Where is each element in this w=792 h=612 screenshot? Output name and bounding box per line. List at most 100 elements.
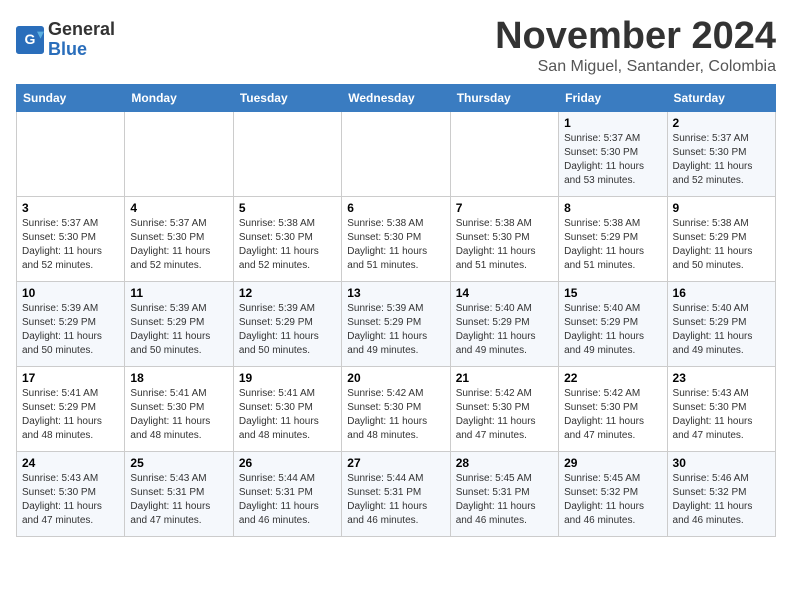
day-number: 30 [673,456,770,470]
day-info: Sunrise: 5:39 AM Sunset: 5:29 PM Dayligh… [239,302,336,358]
calendar-cell: 9 Sunrise: 5:38 AM Sunset: 5:29 PM Daylig… [667,196,775,281]
logo: G General Blue [16,20,115,60]
calendar-cell: 1 Sunrise: 5:37 AM Sunset: 5:30 PM Daylig… [559,111,667,196]
calendar-cell: 27Sunrise: 5:44 AM Sunset: 5:31 PM Dayli… [342,451,450,536]
day-number: 3 [22,201,119,215]
day-number: 7 [456,201,553,215]
day-number: 26 [239,456,336,470]
day-number: 18 [130,371,227,385]
calendar-cell: 5 Sunrise: 5:38 AM Sunset: 5:30 PM Daylig… [233,196,341,281]
calendar-body: 1 Sunrise: 5:37 AM Sunset: 5:30 PM Daylig… [17,111,776,536]
day-info: Sunrise: 5:45 AM Sunset: 5:31 PM Dayligh… [456,472,553,528]
calendar-week-row: 24 Sunrise: 5:43 AM Sunset: 5:30 PM Dayli… [17,451,776,536]
calendar-cell: 18 Sunrise: 5:41 AM Sunset: 5:30 PM Dayli… [125,366,233,451]
day-info: Sunrise: 5:43 AM Sunset: 5:30 PM Dayligh… [673,387,770,443]
calendar-cell: 26 Sunrise: 5:44 AM Sunset: 5:31 PM Dayli… [233,451,341,536]
calendar-cell: 3Sunrise: 5:37 AM Sunset: 5:30 PM Daylig… [17,196,125,281]
day-info: Sunrise: 5:41 AM Sunset: 5:30 PM Dayligh… [130,387,227,443]
logo-icon: G [16,26,44,54]
day-info: Sunrise: 5:38 AM Sunset: 5:29 PM Dayligh… [673,217,770,273]
weekday-header: Tuesday [233,84,341,111]
day-info: Sunrise: 5:42 AM Sunset: 5:30 PM Dayligh… [456,387,553,443]
calendar-cell: 30 Sunrise: 5:46 AM Sunset: 5:32 PM Dayli… [667,451,775,536]
calendar-cell: 22Sunrise: 5:42 AM Sunset: 5:30 PM Dayli… [559,366,667,451]
calendar-cell [342,111,450,196]
day-info: Sunrise: 5:38 AM Sunset: 5:29 PM Dayligh… [564,217,661,273]
calendar-cell: 13 Sunrise: 5:39 AM Sunset: 5:29 PM Dayli… [342,281,450,366]
day-info: Sunrise: 5:40 AM Sunset: 5:29 PM Dayligh… [673,302,770,358]
day-info: Sunrise: 5:38 AM Sunset: 5:30 PM Dayligh… [347,217,444,273]
calendar-cell: 11Sunrise: 5:39 AM Sunset: 5:29 PM Dayli… [125,281,233,366]
day-info: Sunrise: 5:41 AM Sunset: 5:29 PM Dayligh… [22,387,119,443]
calendar-cell [17,111,125,196]
weekday-header: Wednesday [342,84,450,111]
calendar-week-row: 3 Sunrise: 5:37 AM Sunset: 5:30 PM Daylig… [17,196,776,281]
day-number: 28 [456,456,553,470]
day-number: 27 [347,456,444,470]
day-info: Sunrise: 5:38 AM Sunset: 5:30 PM Dayligh… [239,217,336,273]
day-info: Sunrise: 5:37 AM Sunset: 5:30 PM Dayligh… [564,132,661,188]
calendar-cell [233,111,341,196]
day-info: Sunrise: 5:43 AM Sunset: 5:30 PM Dayligh… [22,472,119,528]
calendar-cell [450,111,558,196]
day-number: 1 [564,116,661,130]
calendar-cell: 4Sunrise: 5:37 AM Sunset: 5:30 PM Daylig… [125,196,233,281]
day-info: Sunrise: 5:41 AM Sunset: 5:30 PM Dayligh… [239,387,336,443]
day-info: Sunrise: 5:38 AM Sunset: 5:30 PM Dayligh… [456,217,553,273]
day-number: 6 [347,201,444,215]
day-info: Sunrise: 5:44 AM Sunset: 5:31 PM Dayligh… [239,472,336,528]
logo-text: General Blue [48,20,115,60]
day-number: 24 [22,456,119,470]
day-number: 19 [239,371,336,385]
calendar-cell: 19 Sunrise: 5:41 AM Sunset: 5:30 PM Dayli… [233,366,341,451]
calendar-cell: 12 Sunrise: 5:39 AM Sunset: 5:29 PM Dayli… [233,281,341,366]
calendar-cell: 10Sunrise: 5:39 AM Sunset: 5:29 PM Dayli… [17,281,125,366]
day-number: 13 [347,286,444,300]
day-number: 22 [564,371,661,385]
day-info: Sunrise: 5:37 AM Sunset: 5:30 PM Dayligh… [673,132,770,188]
day-number: 29 [564,456,661,470]
calendar-header-row: SundayMondayTuesdayWednesdayThursdayFrid… [17,84,776,111]
weekday-header: Thursday [450,84,558,111]
calendar-cell: 6 Sunrise: 5:38 AM Sunset: 5:30 PM Daylig… [342,196,450,281]
calendar-cell: 15Sunrise: 5:40 AM Sunset: 5:29 PM Dayli… [559,281,667,366]
logo-general: General [48,19,115,39]
calendar-cell: 8 Sunrise: 5:38 AM Sunset: 5:29 PM Daylig… [559,196,667,281]
calendar-cell: 28 Sunrise: 5:45 AM Sunset: 5:31 PM Dayli… [450,451,558,536]
day-info: Sunrise: 5:37 AM Sunset: 5:30 PM Dayligh… [130,217,227,273]
day-info: Sunrise: 5:43 AM Sunset: 5:31 PM Dayligh… [130,472,227,528]
day-number: 15 [564,286,661,300]
day-info: Sunrise: 5:46 AM Sunset: 5:32 PM Dayligh… [673,472,770,528]
day-info: Sunrise: 5:39 AM Sunset: 5:29 PM Dayligh… [22,302,119,358]
calendar-cell: 29Sunrise: 5:45 AM Sunset: 5:32 PM Dayli… [559,451,667,536]
weekday-header: Friday [559,84,667,111]
calendar-cell: 16 Sunrise: 5:40 AM Sunset: 5:29 PM Dayli… [667,281,775,366]
day-number: 20 [347,371,444,385]
calendar-week-row: 10Sunrise: 5:39 AM Sunset: 5:29 PM Dayli… [17,281,776,366]
weekday-header: Monday [125,84,233,111]
title-area: November 2024 San Miguel, Santander, Col… [495,16,776,76]
day-info: Sunrise: 5:40 AM Sunset: 5:29 PM Dayligh… [456,302,553,358]
logo-blue: Blue [48,39,87,59]
day-info: Sunrise: 5:39 AM Sunset: 5:29 PM Dayligh… [347,302,444,358]
calendar-cell: 2 Sunrise: 5:37 AM Sunset: 5:30 PM Daylig… [667,111,775,196]
calendar-cell: 17 Sunrise: 5:41 AM Sunset: 5:29 PM Dayli… [17,366,125,451]
day-number: 14 [456,286,553,300]
day-number: 11 [130,286,227,300]
day-number: 2 [673,116,770,130]
day-number: 16 [673,286,770,300]
weekday-header: Sunday [17,84,125,111]
day-info: Sunrise: 5:42 AM Sunset: 5:30 PM Dayligh… [347,387,444,443]
calendar-cell: 23Sunrise: 5:43 AM Sunset: 5:30 PM Dayli… [667,366,775,451]
day-number: 12 [239,286,336,300]
svg-text:G: G [25,31,36,47]
weekday-header: Saturday [667,84,775,111]
calendar-cell: 21Sunrise: 5:42 AM Sunset: 5:30 PM Dayli… [450,366,558,451]
day-number: 9 [673,201,770,215]
calendar-cell: 7 Sunrise: 5:38 AM Sunset: 5:30 PM Daylig… [450,196,558,281]
day-number: 17 [22,371,119,385]
calendar-cell: 14 Sunrise: 5:40 AM Sunset: 5:29 PM Dayli… [450,281,558,366]
day-number: 5 [239,201,336,215]
day-number: 8 [564,201,661,215]
calendar-cell: 20 Sunrise: 5:42 AM Sunset: 5:30 PM Dayli… [342,366,450,451]
